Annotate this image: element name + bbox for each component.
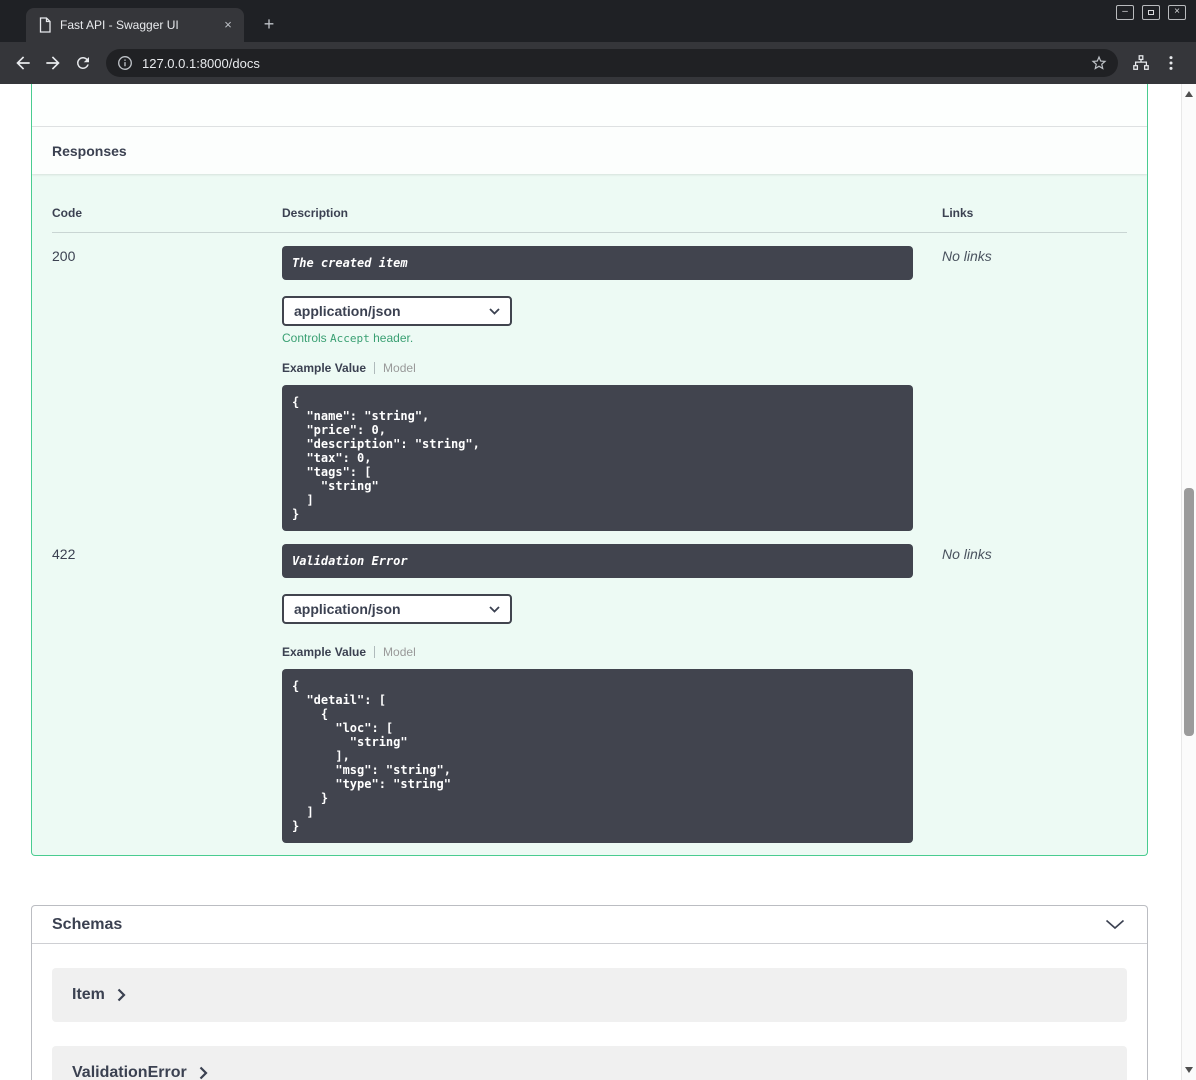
schemas-title: Schemas bbox=[52, 915, 123, 933]
star-icon bbox=[1091, 55, 1107, 70]
schemas-list: Item ValidationError bbox=[32, 944, 1147, 1080]
response-row-200: 200 The created item application/json Co… bbox=[52, 233, 1127, 531]
example-model-tabs: Example Value Model bbox=[282, 361, 942, 375]
response-description: The created item bbox=[282, 246, 913, 280]
tab-model[interactable]: Model bbox=[383, 361, 416, 375]
response-links: No links bbox=[942, 248, 992, 264]
response-description-cell: The created item application/json Contro… bbox=[282, 246, 942, 531]
window-controls: – × bbox=[1116, 5, 1186, 20]
example-json-block: { "name": "string", "price": 0, "descrip… bbox=[282, 385, 913, 531]
chevron-right-icon bbox=[199, 1066, 208, 1080]
scroll-up-button[interactable] bbox=[1185, 91, 1193, 97]
tab-title: Fast API - Swagger UI bbox=[60, 18, 179, 32]
maximize-icon bbox=[1148, 10, 1154, 15]
schemas-section: Schemas Item ValidationError bbox=[31, 905, 1148, 1080]
back-icon bbox=[16, 56, 30, 70]
media-router-button[interactable] bbox=[1126, 48, 1156, 78]
maximize-button[interactable] bbox=[1142, 5, 1160, 20]
bookmark-button[interactable] bbox=[1088, 52, 1110, 74]
response-code: 422 bbox=[52, 546, 76, 562]
close-window-button[interactable]: × bbox=[1168, 5, 1186, 20]
scroll-down-button[interactable] bbox=[1185, 1067, 1193, 1073]
schema-name: Item bbox=[72, 986, 105, 1003]
chevron-down-icon bbox=[489, 605, 500, 613]
response-description: Validation Error bbox=[282, 544, 913, 578]
tab-close-button[interactable]: × bbox=[220, 17, 236, 33]
browser-titlebar: Fast API - Swagger UI × + – × bbox=[0, 0, 1196, 42]
schema-validation-error[interactable]: ValidationError bbox=[52, 1046, 1127, 1080]
tab-example-value[interactable]: Example Value bbox=[282, 645, 366, 659]
response-code: 200 bbox=[52, 248, 76, 264]
chevron-down-icon bbox=[489, 307, 500, 315]
responses-table-header: Code Description Links bbox=[52, 206, 1127, 233]
tab-model[interactable]: Model bbox=[383, 645, 416, 659]
schema-item[interactable]: Item bbox=[52, 968, 1127, 1022]
browser-tab[interactable]: Fast API - Swagger UI × bbox=[26, 8, 244, 42]
tab-example-value[interactable]: Example Value bbox=[282, 361, 366, 375]
responses-panel: Responses Code Description Links 200 The… bbox=[31, 84, 1148, 856]
page-scrollbar[interactable] bbox=[1181, 84, 1196, 1080]
site-info-icon[interactable] bbox=[116, 54, 134, 72]
media-type-dropdown[interactable]: application/json bbox=[282, 594, 512, 624]
scrollbar-thumb[interactable] bbox=[1184, 488, 1194, 736]
browser-toolbar: 127.0.0.1:8000/docs bbox=[0, 42, 1196, 84]
kebab-menu-icon bbox=[1169, 56, 1173, 70]
column-header-code: Code bbox=[52, 206, 82, 220]
back-button[interactable] bbox=[8, 48, 38, 78]
chevron-right-icon bbox=[117, 988, 126, 1002]
example-json-block: { "detail": [ { "loc": [ "string" ], "ms… bbox=[282, 669, 913, 843]
response-row-422: 422 Validation Error application/json Ex… bbox=[52, 531, 1127, 843]
address-bar[interactable]: 127.0.0.1:8000/docs bbox=[106, 49, 1118, 77]
media-type-value: application/json bbox=[294, 303, 401, 319]
reload-button[interactable] bbox=[68, 48, 98, 78]
reload-icon bbox=[76, 56, 89, 69]
responses-section-header: Responses bbox=[32, 127, 1147, 174]
swagger-page: Responses Code Description Links 200 The… bbox=[0, 84, 1196, 1080]
tab-separator bbox=[374, 646, 376, 658]
media-type-dropdown[interactable]: application/json bbox=[282, 296, 512, 326]
responses-title: Responses bbox=[52, 142, 127, 159]
column-header-links: Links bbox=[942, 206, 974, 220]
url-text: 127.0.0.1:8000/docs bbox=[142, 55, 260, 71]
note-prefix: Controls bbox=[282, 331, 327, 345]
browser-menu-button[interactable] bbox=[1156, 48, 1186, 78]
note-suffix: header. bbox=[373, 331, 414, 345]
minimize-button[interactable]: – bbox=[1116, 5, 1134, 20]
controls-accept-note: Controls Accept header. bbox=[282, 331, 942, 345]
sitemap-icon bbox=[1133, 55, 1149, 70]
response-links: No links bbox=[942, 546, 992, 562]
schemas-header[interactable]: Schemas bbox=[32, 906, 1147, 944]
tab-separator bbox=[374, 362, 376, 374]
opblock-section-spacer bbox=[32, 84, 1147, 127]
example-model-tabs: Example Value Model bbox=[282, 645, 942, 659]
forward-button[interactable] bbox=[38, 48, 68, 78]
responses-table: Code Description Links 200 The created i… bbox=[32, 174, 1147, 855]
media-type-value: application/json bbox=[294, 601, 401, 617]
note-code: Accept bbox=[330, 332, 370, 345]
response-description-cell: Validation Error application/json Exampl… bbox=[282, 544, 942, 843]
forward-icon bbox=[46, 56, 60, 70]
document-icon bbox=[39, 17, 51, 33]
column-header-description: Description bbox=[282, 206, 349, 220]
chevron-down-icon bbox=[1105, 919, 1125, 930]
schema-name: ValidationError bbox=[72, 1064, 187, 1080]
new-tab-button[interactable]: + bbox=[258, 14, 280, 36]
